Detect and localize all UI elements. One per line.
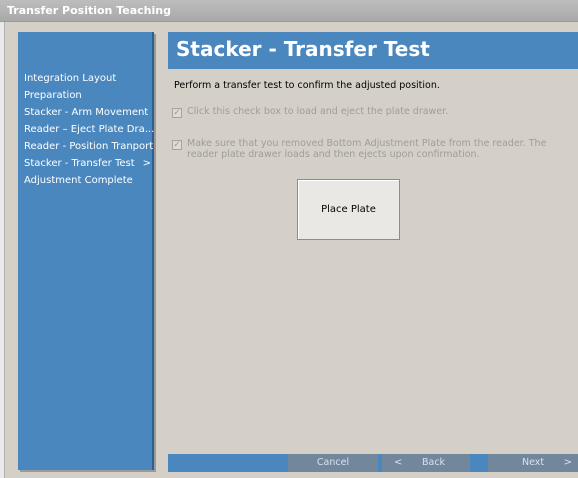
removed-plate-check-row: ✓ Make sure that you removed Bottom Adju… <box>172 138 577 160</box>
chevron-right-icon: > <box>563 457 572 468</box>
page-title: Stacker - Transfer Test <box>176 37 430 61</box>
load-eject-checkbox[interactable]: ✓ <box>172 108 182 118</box>
current-step-arrow-icon: > <box>142 158 152 169</box>
step-reader-eject-plate-drawer[interactable]: Reader – Eject Plate Dra... <box>24 121 154 138</box>
step-stacker-transfer-test[interactable]: Stacker - Transfer Test > <box>24 155 154 172</box>
step-stacker-arm-movement[interactable]: Stacker - Arm Movement <box>24 104 154 121</box>
step-adjustment-complete[interactable]: Adjustment Complete <box>24 172 154 189</box>
window-title-bar: Transfer Position Teaching <box>0 0 578 22</box>
instruction-text: Perform a transfer test to confirm the a… <box>174 80 440 91</box>
next-button[interactable]: Next > <box>488 454 578 472</box>
wizard-steps-list: Integration Layout Preparation Stacker -… <box>24 70 154 189</box>
wizard-sidebar: Integration Layout Preparation Stacker -… <box>18 32 154 470</box>
window-title: Transfer Position Teaching <box>7 4 171 17</box>
cancel-label: Cancel <box>316 457 350 468</box>
next-label: Next <box>522 457 545 468</box>
removed-plate-check-label: Make sure that you removed Bottom Adjust… <box>187 138 547 160</box>
wizard-footer: Cancel < Back Next > <box>168 454 578 472</box>
step-reader-position-transport[interactable]: Reader - Position Tranport <box>24 138 154 155</box>
load-eject-check-row: ✓ Click this check box to load and eject… <box>172 106 577 118</box>
removed-plate-checkbox[interactable]: ✓ <box>172 140 182 150</box>
main-panel: Stacker - Transfer Test Perform a transf… <box>168 32 578 456</box>
step-integration-layout[interactable]: Integration Layout <box>24 70 154 87</box>
load-eject-check-label: Click this check box to load and eject t… <box>187 106 449 117</box>
page-header: Stacker - Transfer Test <box>168 32 578 69</box>
place-plate-button[interactable]: Place Plate <box>297 179 400 240</box>
chevron-left-icon: < <box>394 457 403 468</box>
back-button[interactable]: < Back <box>382 454 470 472</box>
step-preparation[interactable]: Preparation <box>24 87 154 104</box>
back-label: Back <box>422 457 446 468</box>
cancel-button[interactable]: Cancel <box>288 454 378 472</box>
